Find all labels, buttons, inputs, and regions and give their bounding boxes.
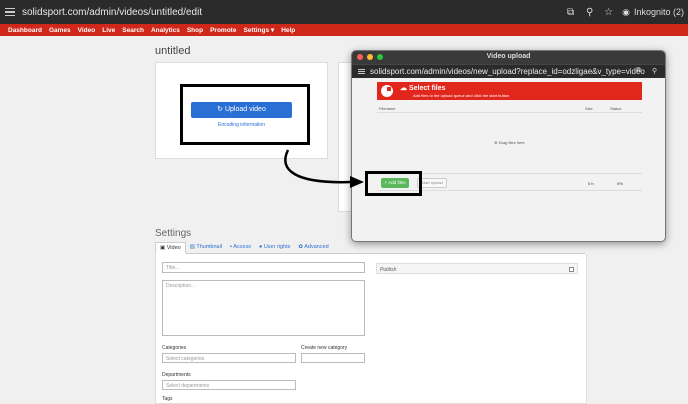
drop-zone[interactable]: ⊕ Drag files here	[377, 140, 642, 145]
tab-user-rights[interactable]: ● User rights	[255, 242, 294, 254]
zoom-icon[interactable]: ⚲	[652, 67, 657, 75]
translate-icon[interactable]: ⧉	[636, 67, 641, 75]
select-files-header: ☁ Select files Add files to the upload q…	[377, 82, 642, 100]
annotation-arrow	[284, 149, 364, 188]
col-size: Size	[585, 106, 593, 111]
col-filename: Filename	[379, 106, 396, 111]
film-icon: ▣	[160, 245, 167, 251]
publish-label: Publish	[380, 267, 397, 273]
bookmark-star-icon[interactable]: ☆	[603, 7, 614, 18]
window-titlebar: Video upload	[352, 51, 665, 64]
settings-heading: Settings	[155, 228, 192, 239]
col-status: Status	[610, 106, 622, 111]
video-upload-window: Video upload solidsport.com/admin/videos…	[351, 50, 666, 242]
tab-advanced[interactable]: ✿ Advanced	[294, 242, 332, 254]
total-status: 0%	[617, 181, 623, 186]
browser-toolbar: solidsport.com/admin/videos/untitled/edi…	[0, 0, 688, 24]
departments-select[interactable]: Select departments	[162, 380, 296, 390]
incognito-indicator[interactable]: ◉ Inkognito (2)	[622, 7, 684, 18]
incognito-label: Inkognito (2)	[633, 7, 684, 17]
nav-item-settings[interactable]: Settings ▾	[243, 26, 274, 34]
tab-label: Video	[166, 245, 181, 251]
tab-label: User rights	[263, 244, 291, 250]
settings-tabs: ▣ Video ▨ Thumbnail ▪ Access ● User righ…	[155, 242, 585, 254]
nav-item-analytics[interactable]: Analytics	[151, 27, 180, 34]
site-settings-icon[interactable]	[5, 7, 15, 17]
description-textarea[interactable]: Description...	[162, 280, 365, 336]
nav-item-dashboard[interactable]: Dashboard	[8, 27, 42, 34]
nav-item-shop[interactable]: Shop	[187, 27, 203, 34]
tab-label: Access	[233, 244, 251, 250]
tab-video[interactable]: ▣ Video	[155, 242, 186, 254]
translate-icon[interactable]: ⧉	[565, 7, 576, 18]
publish-checkbox[interactable]	[569, 267, 574, 272]
address-bar[interactable]: solidsport.com/admin/videos/untitled/edi…	[22, 7, 202, 18]
nav-item-live[interactable]: Live	[102, 27, 115, 34]
popup-address-bar: solidsport.com/admin/videos/new_upload?r…	[352, 64, 665, 78]
zoom-icon[interactable]: ⚲	[584, 7, 595, 18]
title-input[interactable]: Title...	[162, 262, 365, 273]
publish-toggle[interactable]: Publish	[376, 263, 578, 274]
incognito-icon: ◉	[622, 6, 630, 17]
tab-label: Thumbnail	[196, 244, 223, 250]
site-settings-icon[interactable]	[358, 68, 365, 75]
header-subtitle: Add files to the upload queue and click …	[413, 93, 510, 98]
popup-url[interactable]: solidsport.com/admin/videos/new_upload?r…	[370, 67, 645, 76]
drop-text: Drag files here	[498, 140, 525, 145]
nav-item-games[interactable]: Games	[49, 27, 71, 34]
page-title: untitled	[155, 45, 191, 57]
main-nav: Dashboard Games Video Live Search Analyt…	[0, 24, 688, 36]
departments-label: Departments	[162, 372, 191, 378]
tab-thumbnail[interactable]: ▨ Thumbnail	[186, 242, 226, 254]
cloud-upload-icon: ☁	[400, 85, 409, 92]
window-title: Video upload	[486, 53, 531, 60]
file-table-header: Filename Size Status	[377, 106, 642, 113]
categories-label: Categories	[162, 345, 187, 351]
new-category-input[interactable]	[301, 353, 365, 363]
total-size: 0 b	[588, 181, 594, 186]
pie-logo-icon	[381, 85, 393, 97]
highlight-box-add-files	[365, 171, 422, 196]
highlight-box-upload	[180, 84, 310, 145]
header-title: Select files	[408, 85, 446, 92]
nav-item-promote[interactable]: Promote	[210, 27, 236, 34]
nav-item-search[interactable]: Search	[122, 27, 144, 34]
tab-access[interactable]: ▪ Access	[226, 242, 255, 254]
tags-label: Tags	[162, 396, 173, 402]
nav-item-help[interactable]: Help	[281, 27, 295, 34]
tab-label: Advanced	[304, 244, 329, 250]
new-category-label: Create new category	[301, 345, 348, 351]
categories-select[interactable]: Select categories	[162, 353, 296, 363]
nav-item-video[interactable]: Video	[78, 27, 96, 34]
